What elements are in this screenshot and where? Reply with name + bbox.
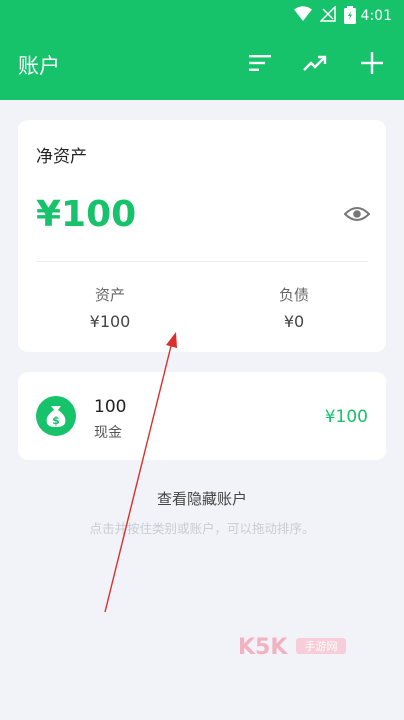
assets-summary: 资产 ¥100 — [18, 284, 202, 331]
trend-button[interactable] — [300, 50, 330, 80]
assets-label: 资产 — [94, 286, 125, 304]
account-item[interactable]: $ 100 现金 ¥100 — [18, 372, 386, 460]
assets-value: ¥100 — [89, 312, 131, 331]
wifi-icon — [294, 6, 312, 26]
divider — [36, 261, 368, 262]
watermark-logo: K5K 手游网 — [238, 632, 350, 662]
net-assets-title: 净资产 — [36, 147, 87, 167]
annotation-arrow — [104, 332, 177, 613]
add-icon — [361, 52, 383, 78]
liabilities-value: ¥0 — [283, 312, 305, 331]
view-hidden-accounts-link[interactable]: 查看隐藏账户 — [0, 488, 404, 509]
account-type: 现金 — [94, 425, 122, 441]
app-header: 4:01 账户 — [0, 0, 404, 100]
net-assets-amount: ¥100 — [36, 194, 137, 235]
account-amount: ¥100 — [324, 407, 368, 427]
svg-text:$: $ — [52, 414, 60, 427]
eye-icon — [343, 207, 371, 228]
sort-icon — [249, 54, 271, 76]
sort-button[interactable] — [245, 50, 275, 80]
watermark-sub: 手游网 — [305, 639, 338, 653]
drag-sort-hint: 点击并按住类别或账户，可以拖动排序。 — [89, 521, 315, 536]
no-signal-icon — [319, 5, 336, 26]
add-account-button[interactable] — [357, 50, 387, 80]
toggle-visibility-button[interactable] — [343, 204, 371, 224]
trend-icon — [303, 54, 327, 76]
net-assets-card: 净资产 ¥100 资产 ¥100 负债 ¥0 — [18, 120, 386, 352]
money-bag-icon: $ — [36, 396, 76, 436]
status-bar: 4:01 — [0, 0, 404, 32]
watermark-text: K5K — [238, 635, 288, 660]
liabilities-label: 负债 — [278, 286, 309, 304]
status-time: 4:01 — [360, 8, 392, 24]
battery-icon — [344, 6, 356, 28]
page-title: 账户 — [18, 54, 60, 78]
liabilities-summary: 负债 ¥0 — [202, 284, 386, 331]
account-name: 100 — [94, 397, 127, 417]
